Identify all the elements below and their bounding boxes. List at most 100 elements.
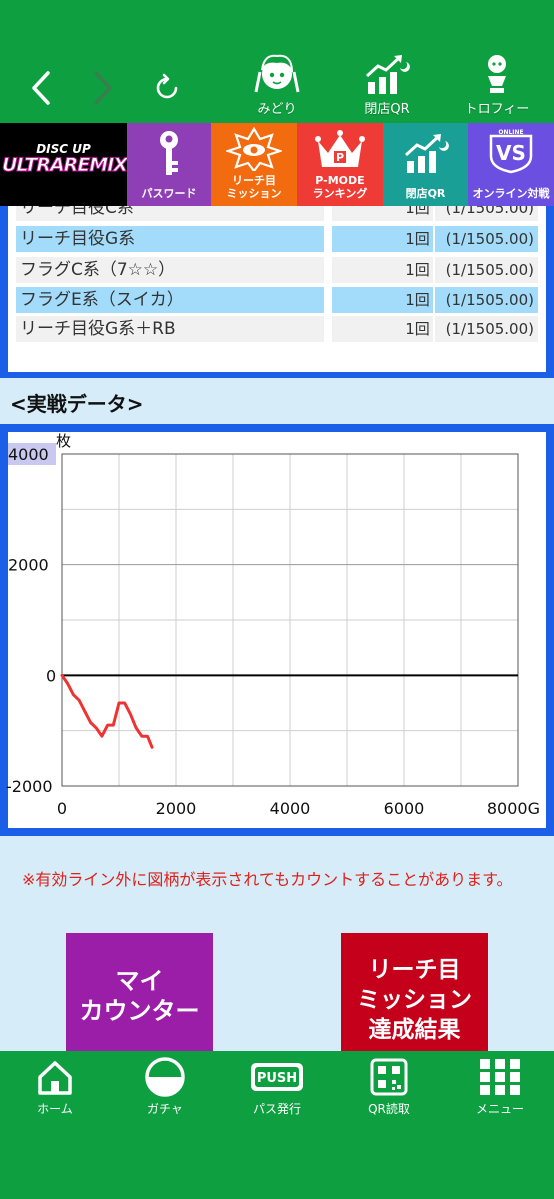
- row-prob: (1/1505.00): [434, 287, 538, 313]
- qr-icon: [370, 1058, 408, 1096]
- header-item-label: トロフィー: [464, 102, 530, 117]
- push-icon: PUSH: [251, 1063, 303, 1091]
- row-name: フラグE系（スイカ）: [16, 287, 324, 313]
- chevron-left-icon: [32, 71, 50, 105]
- reload-button[interactable]: [148, 68, 186, 108]
- row-name: リーチ目役G系: [16, 226, 324, 252]
- table-row: リーチ目役G系 1回 (1/1505.00): [16, 226, 538, 252]
- chart-up-icon: [365, 55, 410, 94]
- x-tick-label: 4000: [270, 799, 311, 818]
- table-row: フラグC系（7☆☆） 1回 (1/1505.00): [16, 257, 538, 283]
- row-count: 1回: [331, 257, 433, 283]
- tile-label-top: リーチ目: [232, 174, 276, 187]
- feature-tiles: DISC UP ULTRAREMIX パスワード リーチ目 ミッション P P-…: [0, 123, 554, 206]
- nav-label: パス発行: [252, 1102, 301, 1116]
- row-count: 1回: [331, 206, 433, 221]
- character-icon: [254, 54, 300, 93]
- chevron-right-icon: [94, 71, 112, 105]
- nav-menu[interactable]: メニュー: [450, 1057, 550, 1127]
- x-tick-label: 8000G: [487, 799, 540, 818]
- tile-pmode-ranking[interactable]: P P-MODE ランキング: [297, 123, 383, 206]
- row-prob: (1/1505.00): [434, 226, 538, 252]
- vs-icon: VS ONLINE: [489, 129, 533, 174]
- key-icon: [160, 131, 178, 175]
- counter-table-panel: リーチ目役C系 1回 (1/1505.00) リーチ目役G系 1回 (1/150…: [0, 206, 554, 378]
- row-name: フラグC系（7☆☆）: [16, 257, 324, 283]
- nav-label: ホーム: [37, 1102, 73, 1116]
- row-prob: (1/1505.00): [434, 206, 538, 221]
- row-name: リーチ目役C系: [16, 206, 324, 221]
- header-item-closing-qr[interactable]: 閉店QR: [342, 52, 432, 118]
- row-count: 1回: [331, 316, 433, 342]
- button-line: マイ: [115, 967, 164, 995]
- y-tick-label: -2000: [6, 777, 53, 796]
- table-row: フラグE系（スイカ） 1回 (1/1505.00): [16, 287, 538, 313]
- crown-icon: P: [315, 130, 365, 167]
- tile-closing-qr[interactable]: 閉店QR: [383, 123, 468, 206]
- chart-up-icon: [404, 134, 449, 173]
- payout-line-chart: 400020000-20000 2000 4000 6000 8000G枚: [6, 432, 540, 818]
- svg-text:P: P: [336, 151, 344, 164]
- y-axis-label: 枚: [56, 432, 71, 450]
- reach-mission-result-button[interactable]: リーチ目 ミッション 達成結果: [341, 933, 488, 1051]
- forward-button[interactable]: [86, 66, 120, 110]
- logo-bottom-text: ULTRAREMIX: [2, 154, 129, 176]
- tile-label: オンライン対戦: [472, 187, 550, 200]
- eye-emblem-icon: [226, 127, 282, 171]
- x-tick-label: 2000: [156, 799, 197, 818]
- x-tick-label: 0: [57, 799, 67, 818]
- row-prob: (1/1505.00): [434, 316, 538, 342]
- header-item-label: みどり: [257, 102, 297, 117]
- button-line: 達成結果: [368, 1017, 461, 1043]
- row-count: 1回: [331, 226, 433, 252]
- note-text: ※有効ライン外に図柄が表示されてもカウントすることがあります。: [22, 870, 513, 889]
- nav-home[interactable]: ホーム: [5, 1057, 105, 1127]
- y-tick-label: 2000: [8, 556, 49, 575]
- row-prob: (1/1505.00): [434, 257, 538, 283]
- table-row: リーチ目役C系 1回 (1/1505.00): [16, 206, 538, 221]
- nav-label: ガチャ: [147, 1102, 183, 1116]
- tile-reach-mission[interactable]: リーチ目 ミッション: [211, 123, 297, 206]
- chart-panel: 4000 2000 0 -2000 0 2000 4000 6000 8000G 枚: [0, 424, 554, 836]
- button-line: リーチ目: [368, 957, 461, 983]
- tile-online-battle[interactable]: VS ONLINE オンライン対戦: [468, 123, 554, 206]
- header-item-midori[interactable]: みどり: [232, 52, 322, 118]
- tile-label-bottom: ミッション: [226, 187, 282, 200]
- nav-label: QR読取: [368, 1102, 410, 1116]
- svg-text:PUSH: PUSH: [257, 1071, 297, 1086]
- tile-label: パスワード: [141, 187, 197, 200]
- back-button[interactable]: [24, 66, 58, 110]
- nav-qr-read[interactable]: QR読取: [339, 1057, 439, 1127]
- bottom-nav: ホーム ガチャ PUSH パス発行 QR読取 メニュー: [0, 1051, 554, 1199]
- table-row: リーチ目役G系＋RB 1回 (1/1505.00): [16, 316, 538, 342]
- header-item-trophy[interactable]: トロフィー: [452, 52, 542, 118]
- y-tick-label: 4000: [8, 445, 49, 464]
- nav-label: メニュー: [475, 1102, 524, 1116]
- header-item-label: 閉店QR: [364, 102, 410, 117]
- nav-gacha[interactable]: ガチャ: [115, 1057, 215, 1127]
- row-name: リーチ目役G系＋RB: [16, 316, 324, 342]
- tile-label: 閉店QR: [405, 187, 446, 200]
- svg-text:ONLINE: ONLINE: [498, 129, 523, 136]
- nav-pass-issue[interactable]: PUSH パス発行: [227, 1057, 327, 1127]
- x-tick-label: 6000: [384, 799, 425, 818]
- button-line: ミッション: [357, 987, 472, 1013]
- series-line: [60, 673, 154, 749]
- tile-disc-up-logo[interactable]: DISC UP ULTRAREMIX: [0, 123, 129, 206]
- row-count: 1回: [331, 287, 433, 313]
- counter-table: リーチ目役C系 1回 (1/1505.00) リーチ目役G系 1回 (1/150…: [8, 206, 546, 372]
- tile-label-top: P-MODE: [315, 174, 365, 187]
- reload-icon: [156, 73, 178, 99]
- header-bar: みどり 閉店QR トロフィー: [0, 0, 554, 123]
- menu-grid-icon: [480, 1059, 520, 1095]
- trophy-icon: [488, 55, 506, 93]
- my-counter-button[interactable]: マイ カウンター: [66, 933, 213, 1051]
- svg-text:VS: VS: [496, 141, 526, 165]
- home-icon: [38, 1061, 72, 1095]
- section-title: <実戦データ>: [10, 392, 144, 416]
- tile-label-bottom: ランキング: [312, 187, 368, 200]
- gacha-icon: [145, 1057, 185, 1097]
- tile-password[interactable]: パスワード: [127, 123, 211, 206]
- button-line: カウンター: [79, 997, 200, 1025]
- y-tick-label: 0: [46, 666, 56, 685]
